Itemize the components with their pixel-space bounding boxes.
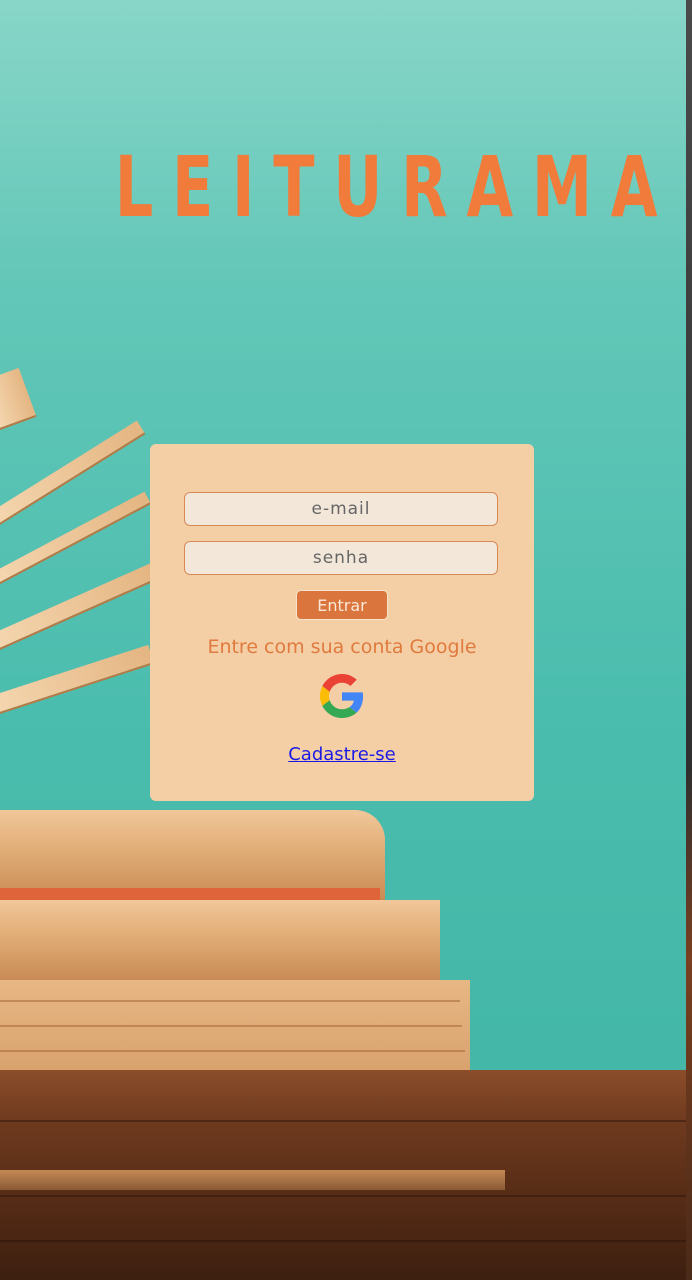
page-line — [0, 1025, 462, 1027]
page-line — [0, 1000, 460, 1002]
password-field[interactable] — [184, 541, 498, 575]
window-edge — [686, 0, 692, 1280]
app-title: LEITURAMA — [114, 138, 677, 236]
wood-grain — [0, 1120, 686, 1122]
google-login-text: Entre com sua conta Google — [207, 636, 477, 658]
book-base — [0, 1170, 505, 1190]
signup-link[interactable]: Cadastre-se — [150, 744, 534, 765]
email-field[interactable] — [184, 492, 498, 526]
enter-button[interactable]: Entrar — [296, 590, 388, 620]
book-page — [0, 367, 37, 431]
wood-grain — [0, 1240, 686, 1242]
book-page — [0, 563, 158, 658]
book-middle-page — [0, 900, 440, 980]
app-viewport: LEITURAMA Entrar Entre com sua conta Goo… — [0, 0, 687, 1280]
book-page-edge — [0, 888, 380, 900]
page-line — [0, 1050, 465, 1052]
login-card: Entrar Entre com sua conta Google Cadast… — [150, 444, 534, 801]
wood-grain — [0, 1195, 686, 1197]
book-page — [0, 644, 155, 720]
google-logo-icon[interactable] — [320, 674, 364, 718]
book-top-page — [0, 810, 385, 900]
